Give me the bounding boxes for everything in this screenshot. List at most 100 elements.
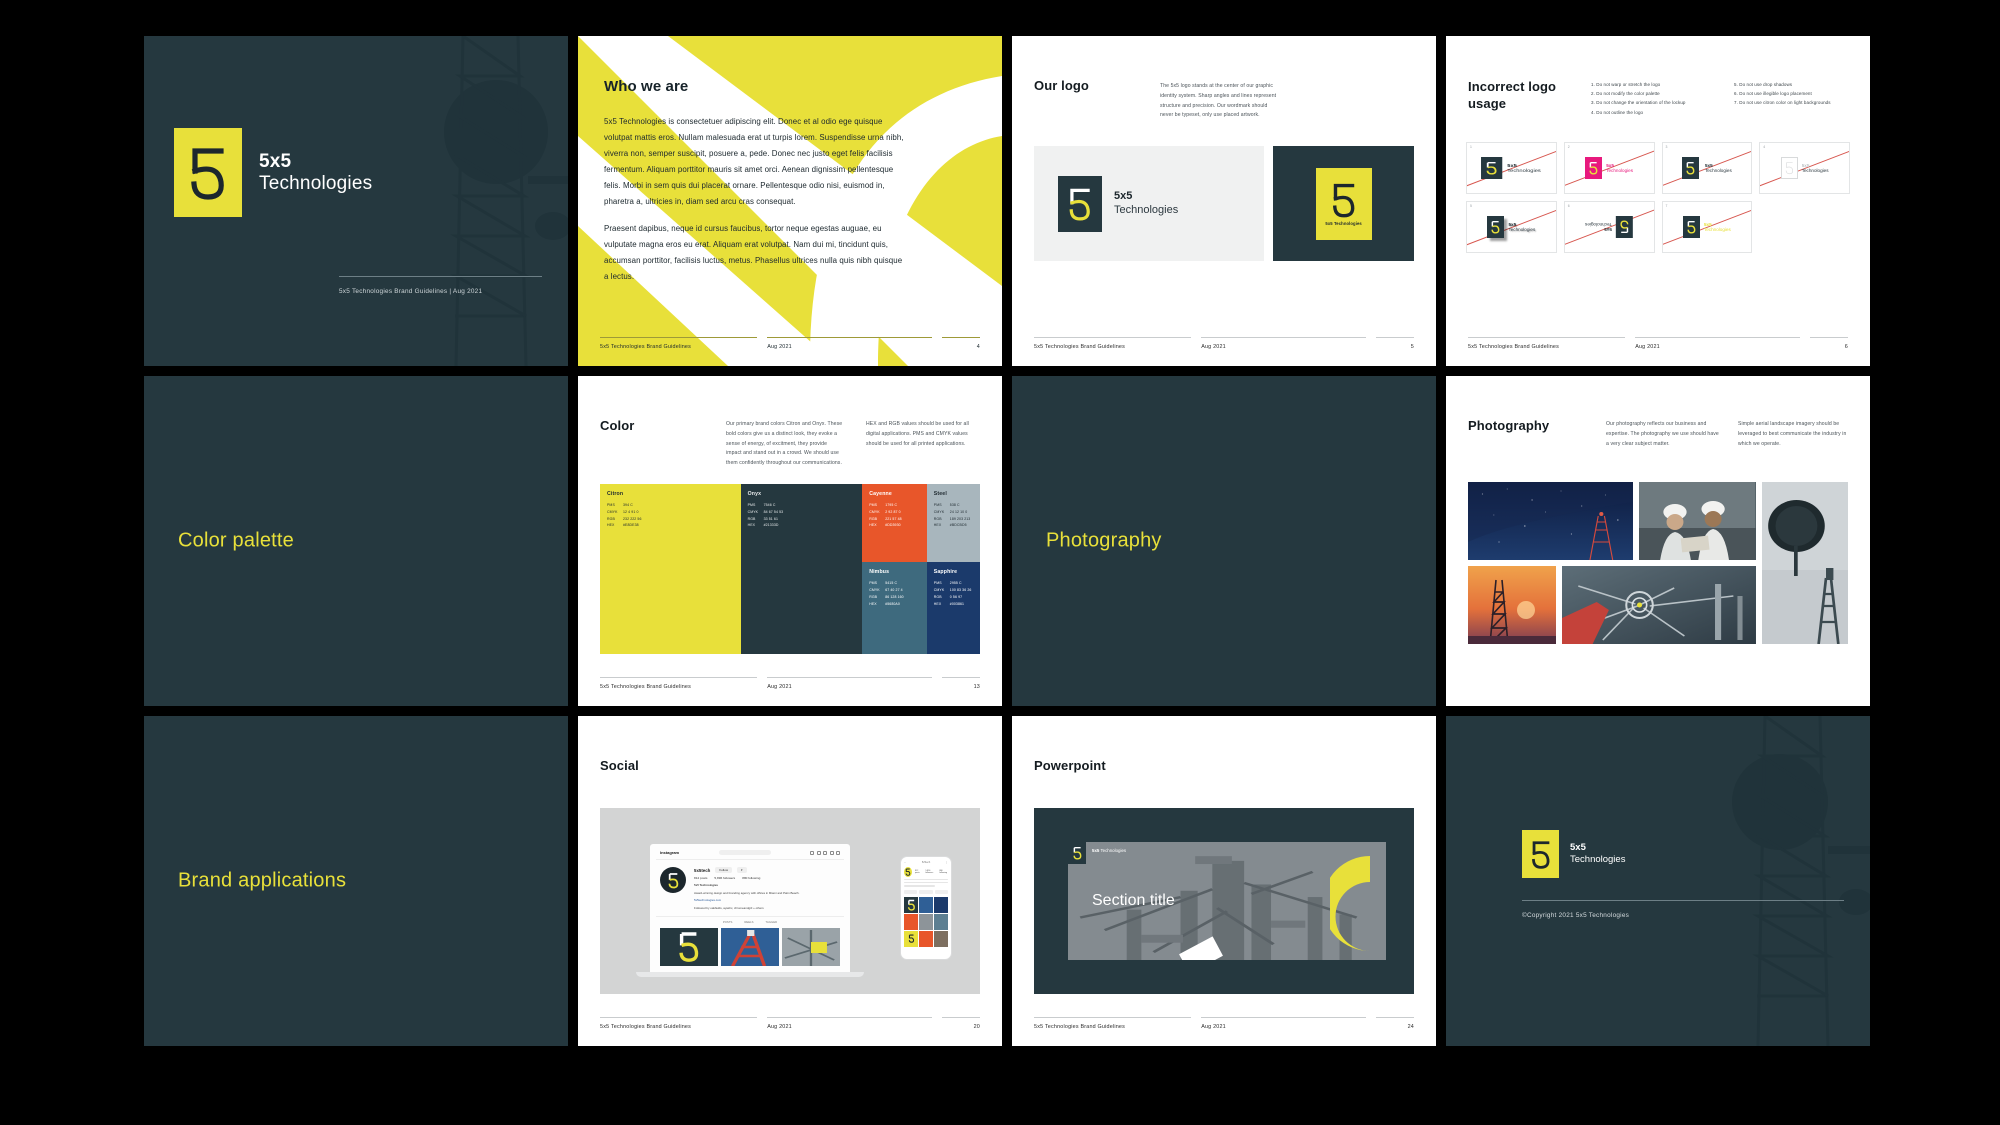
message-dropdown-button[interactable]: ▾ xyxy=(737,867,747,873)
slide-footer: 5x5 Technologies Brand Guidelines Aug 20… xyxy=(600,1017,980,1030)
footer-date: Aug 2021 xyxy=(1201,1017,1376,1030)
home-icon[interactable] xyxy=(810,850,814,855)
post-tile[interactable] xyxy=(934,896,948,913)
instagram-topbar: Instagram xyxy=(656,850,844,860)
instagram-logo: Instagram xyxy=(660,850,680,855)
page-title: Social xyxy=(600,758,639,773)
slide-incorrect-logo-usage[interactable]: Incorrect logo usage 1. Do not warp or s… xyxy=(1446,36,1870,366)
spec-value: 0 56 97 xyxy=(949,594,963,599)
post-tile[interactable] xyxy=(904,930,918,947)
color-swatch-nimbus: Nimbus PMS 5415 C CMYK 67 40 27 4 RGB 86 12… xyxy=(862,562,927,654)
follow-button[interactable] xyxy=(904,889,918,894)
five-mark-icon xyxy=(1068,842,1086,864)
spec-key: HEX xyxy=(933,601,942,606)
cover-divider xyxy=(339,276,542,277)
spec-key: CMYK xyxy=(869,588,880,592)
cover-footer-text: 5x5 Technologies Brand Guidelines | Aug … xyxy=(339,288,483,295)
followers-count: 5,896 followers xyxy=(714,876,736,880)
slide-section-color-palette[interactable]: Color palette xyxy=(144,376,568,706)
sunset-tower-photo xyxy=(1468,566,1556,644)
arc-graphic-icon xyxy=(1330,856,1370,951)
compass-icon[interactable] xyxy=(823,850,827,855)
message-button[interactable] xyxy=(919,889,933,894)
our-logo-note: The 5x5 logo stands at the center of our… xyxy=(1160,83,1277,119)
cover-wordmark-line2: Technologies xyxy=(259,172,373,194)
slide-social[interactable]: Social Instagram 5x5tech Follow ▾ 812 po… xyxy=(578,716,1002,1046)
tab-tagged[interactable]: TAGGED xyxy=(766,920,778,924)
footer-page-number: 4 xyxy=(942,337,980,350)
profile-icon[interactable] xyxy=(836,850,840,855)
post-tile[interactable] xyxy=(919,896,933,913)
post-gray-rig-tile[interactable] xyxy=(782,927,840,966)
footer-left: 5x5 Technologies Brand Guidelines xyxy=(1034,1017,1201,1030)
logo-wordmark-line2: Technologies xyxy=(1114,203,1179,216)
color-swatch-column-3: Cayenne PMS 1795 C CMYK 2 92 87 0 RGB 221 5… xyxy=(862,484,927,654)
spec-key: HEX xyxy=(869,601,877,606)
stacked-logo-lockup: 5x5 Technologies xyxy=(1315,167,1372,240)
slide-section-brand-applications[interactable]: Brand applications xyxy=(144,716,568,1046)
spec-value: 86 128 160 xyxy=(885,594,904,599)
post-tile[interactable] xyxy=(934,913,948,930)
card-number: 2 xyxy=(1567,145,1570,149)
cover-wordmark-line1: 5x5 xyxy=(259,151,292,173)
card-number: 6 xyxy=(1567,204,1570,208)
slide-photography[interactable]: Photography Our photography reflects our… xyxy=(1446,376,1870,706)
antenna-rig-photo xyxy=(1562,566,1756,644)
spec-key: HEX xyxy=(607,523,615,528)
avatar xyxy=(660,867,686,893)
following-count: 880 following xyxy=(939,870,948,874)
rule-item: 7. Do not use citron color on light back… xyxy=(1734,100,1831,106)
slide-our-logo[interactable]: Our logo The 5x5 logo stands at the cent… xyxy=(1012,36,1436,366)
spec-key: RGB xyxy=(747,516,756,521)
slide-color[interactable]: Color Our primary brand colors Citron an… xyxy=(578,376,1002,706)
post-tile[interactable] xyxy=(919,913,933,930)
tab-reels[interactable]: REELS xyxy=(744,920,753,924)
email-button[interactable] xyxy=(934,889,948,894)
messenger-icon[interactable] xyxy=(816,850,821,855)
slide-cover[interactable]: 5x5 Technologies 5x5 Technologies Brand … xyxy=(144,36,568,366)
spec-value: 538 C xyxy=(949,503,960,507)
photography-note-2: Simple aerial landscape imagery should b… xyxy=(1738,421,1847,447)
spec-value: 394 C xyxy=(623,503,633,507)
spec-value: 221 57 48 xyxy=(885,516,902,521)
copyright-text: ©Copyright 2021 5x5 Technologies xyxy=(1522,912,1630,919)
footer-left: 5x5 Technologies Brand Guidelines xyxy=(600,677,767,690)
logo-wordmark-line1: 5x5 xyxy=(1114,190,1133,203)
instagram-profile-screen: Instagram 5x5tech Follow ▾ 812 posts 5,8… xyxy=(650,844,850,972)
tab-posts[interactable]: POSTS xyxy=(723,920,732,924)
spec-value: 189 203 213 xyxy=(949,516,971,521)
incorrect-logo-card: 2 5x5 Technologies xyxy=(1563,142,1655,194)
bio-line xyxy=(904,878,948,881)
spec-value: 2955 C xyxy=(949,581,962,586)
night-sky-tower-photo xyxy=(1468,482,1634,560)
spec-key: RGB xyxy=(933,594,942,599)
slide-who-we-are[interactable]: Who we are 5x5 Technologies is consectet… xyxy=(578,36,1002,366)
post-tile[interactable] xyxy=(934,930,948,947)
incorrect-rules-column-1: 1. Do not warp or stretch the logo 2. Do… xyxy=(1591,80,1726,117)
post-tile[interactable] xyxy=(904,896,918,913)
slide-footer: 5x5 Technologies Brand Guidelines Aug 20… xyxy=(600,677,980,690)
footer-left: 5x5 Technologies Brand Guidelines xyxy=(1034,337,1201,350)
slide-powerpoint[interactable]: Powerpoint 5x5 Technologies Section titl… xyxy=(1012,716,1436,1046)
search-input[interactable] xyxy=(718,850,771,855)
closing-logo-lockup: 5x5 Technologies xyxy=(1522,830,1625,878)
post-tile[interactable] xyxy=(904,913,918,930)
spec-value: 1795 C xyxy=(885,503,898,507)
heart-icon[interactable] xyxy=(829,850,834,855)
post-logo-tile[interactable] xyxy=(660,927,718,966)
laptop-mockup: Instagram 5x5tech Follow ▾ 812 posts 5,8… xyxy=(636,844,864,977)
slide-footer: 5x5 Technologies Brand Guidelines Aug 20… xyxy=(600,337,980,350)
footer-page-number: 20 xyxy=(942,1017,980,1030)
profile-link[interactable]: 5x5technologies.com xyxy=(694,898,804,903)
five-mark-icon xyxy=(1487,216,1505,238)
post-tile[interactable] xyxy=(919,930,933,947)
follow-button[interactable]: Follow xyxy=(715,867,733,873)
five-mark-icon xyxy=(1481,157,1503,179)
slide-section-photography[interactable]: Photography xyxy=(1012,376,1436,706)
slide-closing[interactable]: 5x5 Technologies ©Copyright 2021 5x5 Tec… xyxy=(1446,716,1870,1046)
five-mark-icon xyxy=(1585,157,1603,179)
post-red-tower-tile[interactable] xyxy=(721,927,779,966)
back-icon[interactable]: ← xyxy=(904,861,906,864)
more-icon[interactable]: ⋮ xyxy=(946,861,948,864)
page-title: Our logo xyxy=(1034,78,1089,93)
